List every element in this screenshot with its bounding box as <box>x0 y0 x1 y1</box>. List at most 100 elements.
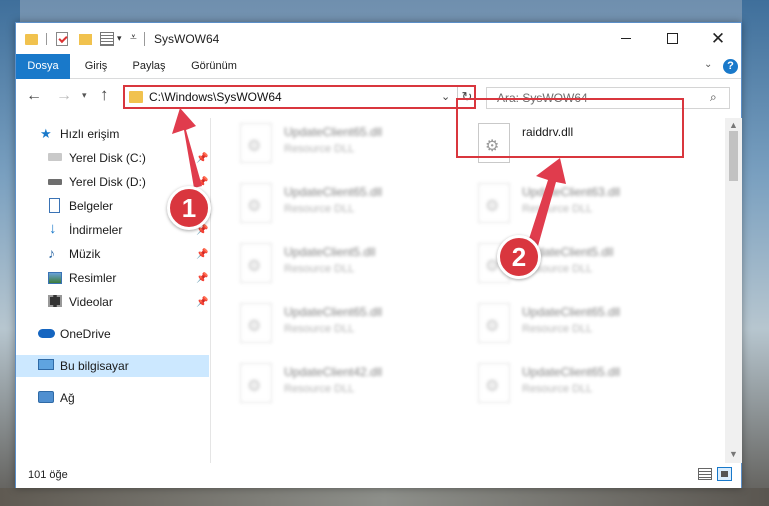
sidebar-item-quick-access[interactable]: ★ Hızlı erişim <box>16 123 209 145</box>
sidebar-item-label: Bu bilgisayar <box>60 359 129 373</box>
sidebar-item-label: Belgeler <box>69 199 114 213</box>
cloud-icon <box>38 329 55 338</box>
properties-icon[interactable] <box>56 32 68 46</box>
pane-divider[interactable] <box>210 118 211 463</box>
file-type: Resource DLL <box>522 203 593 215</box>
drive-icon <box>48 179 62 185</box>
music-icon: ♪ <box>48 245 55 261</box>
scroll-up-icon[interactable]: ▲ <box>729 120 738 130</box>
file-name: UpdateClient65.dll <box>522 305 621 319</box>
customize-toolbar-icon[interactable]: ⩡ <box>130 30 137 45</box>
pin-icon[interactable]: 📌 <box>196 297 208 308</box>
list-item[interactable]: UpdateClient65.dll Resource DLL <box>238 123 448 175</box>
tab-home[interactable]: Giriş <box>76 54 116 79</box>
explorer-window: ▾ ⩡ SysWOW64 ✕ Dosya Giriş Paylaş Görünü… <box>15 22 742 488</box>
search-icon[interactable]: ⌕ <box>710 90 717 105</box>
help-icon[interactable]: ? <box>723 59 738 74</box>
forward-arrow-icon[interactable]: → <box>56 87 72 105</box>
file-name: UpdateClient63.dll <box>522 185 621 199</box>
title-bar: ▾ ⩡ SysWOW64 ✕ <box>16 23 741 54</box>
drive-icon <box>48 153 62 161</box>
vertical-scrollbar[interactable]: ▲ ▼ <box>725 118 742 463</box>
dll-file-icon <box>240 243 272 283</box>
file-type: Resource DLL <box>284 383 355 395</box>
pin-icon[interactable]: 📌 <box>196 177 208 188</box>
tab-share[interactable]: Paylaş <box>124 54 174 79</box>
sidebar-item-network[interactable]: Ağ <box>16 387 209 409</box>
view-icon[interactable] <box>100 32 114 46</box>
pin-icon[interactable]: 📌 <box>196 273 208 284</box>
dll-file-icon <box>240 183 272 223</box>
tab-file[interactable]: Dosya <box>16 54 70 79</box>
address-bar[interactable]: C:\Windows\SysWOW64 ⌄ ↻ <box>123 85 476 109</box>
sidebar-item-this-pc[interactable]: Bu bilgisayar <box>16 355 209 377</box>
file-name: UpdateClient65.dll <box>284 305 383 319</box>
network-icon <box>38 391 54 403</box>
title-separator <box>144 32 145 46</box>
scrollbar-thumb[interactable] <box>729 131 738 181</box>
file-type: Resource DLL <box>284 203 355 215</box>
list-item[interactable]: UpdateClient42.dll Resource DLL <box>238 363 448 415</box>
up-arrow-icon[interactable]: ↑ <box>100 85 109 105</box>
sidebar-item-music[interactable]: ♪ Müzik 📌 <box>16 243 209 265</box>
sidebar-item-label: Yerel Disk (C:) <box>69 151 146 165</box>
file-list: UpdateClient65.dll Resource DLL raiddrv.… <box>212 118 725 458</box>
download-icon: ↓ <box>49 220 57 237</box>
list-item[interactable]: UpdateClient65.dll Resource DLL <box>238 303 448 355</box>
file-type: Resource DLL <box>284 263 355 275</box>
desktop-background-bottom <box>0 488 769 506</box>
file-name: UpdateClient65.dll <box>284 185 383 199</box>
file-name: UpdateClient42.dll <box>284 365 383 379</box>
list-item[interactable]: UpdateClient63.dll Resource DLL <box>476 183 686 235</box>
dll-file-icon <box>478 363 510 403</box>
sidebar-item-label: Hızlı erişim <box>60 127 120 141</box>
tiles-view-icon[interactable] <box>717 467 732 481</box>
list-item[interactable]: UpdateClient65.dll Resource DLL <box>476 303 686 355</box>
pictures-icon <box>48 272 62 284</box>
ribbon-tabs: Dosya Giriş Paylaş Görünüm ⌄ ? <box>16 54 741 79</box>
chevron-down-icon[interactable]: ▾ <box>117 33 122 44</box>
file-name: UpdateClient5.dll <box>284 245 376 259</box>
sidebar-item-videos[interactable]: Videolar 📌 <box>16 291 209 313</box>
sidebar-item-label: Müzik <box>69 247 101 261</box>
chevron-down-icon[interactable]: ⌄ <box>441 90 450 103</box>
close-button[interactable]: ✕ <box>695 23 741 54</box>
computer-icon <box>38 359 54 370</box>
list-item[interactable]: UpdateClient65.dll Resource DLL <box>238 183 448 235</box>
sidebar-item-label: İndirmeler <box>69 223 123 237</box>
list-item[interactable]: UpdateClient5.dll Resource DLL <box>238 243 448 295</box>
minimize-button[interactable] <box>603 23 649 54</box>
sidebar-item-onedrive[interactable]: OneDrive <box>16 323 209 345</box>
sidebar-item-label: Videolar <box>69 295 113 309</box>
folder-icon <box>25 34 38 45</box>
window-title: SysWOW64 <box>154 32 220 46</box>
sidebar-item-local-disk-c[interactable]: Yerel Disk (C:) 📌 <box>16 147 209 169</box>
sidebar-item-pictures[interactable]: Resimler 📌 <box>16 267 209 289</box>
navigation-pane: ★ Hızlı erişim Yerel Disk (C:) 📌 Yerel D… <box>16 118 211 458</box>
tab-view[interactable]: Görünüm <box>182 54 246 79</box>
file-type: Resource DLL <box>522 383 593 395</box>
documents-icon <box>49 198 60 213</box>
dll-file-icon <box>240 123 272 163</box>
highlight-box-raiddrv <box>456 98 684 158</box>
details-view-icon[interactable] <box>698 468 712 480</box>
recent-locations-icon[interactable]: ▾ <box>82 90 87 101</box>
pin-icon[interactable]: 📌 <box>196 153 208 164</box>
desktop-background-right <box>742 0 769 506</box>
step-2-badge: 2 <box>497 235 541 279</box>
file-name: UpdateClient65.dll <box>284 125 383 139</box>
address-path[interactable]: C:\Windows\SysWOW64 <box>149 90 282 104</box>
list-item[interactable]: UpdateClient65.dll Resource DLL <box>476 363 686 415</box>
sidebar-item-label: Resimler <box>69 271 117 285</box>
back-arrow-icon[interactable]: ← <box>26 87 42 105</box>
file-type: Resource DLL <box>284 323 355 335</box>
sidebar-item-label: Yerel Disk (D:) <box>69 175 146 189</box>
dll-file-icon <box>478 183 510 223</box>
expand-ribbon-icon[interactable]: ⌄ <box>704 59 712 70</box>
file-name: UpdateClient65.dll <box>522 365 621 379</box>
maximize-button[interactable] <box>649 23 695 54</box>
new-folder-icon[interactable] <box>79 34 92 45</box>
pin-icon[interactable]: 📌 <box>196 249 208 260</box>
scroll-down-icon[interactable]: ▼ <box>729 449 738 459</box>
step-1-badge: 1 <box>167 186 211 230</box>
